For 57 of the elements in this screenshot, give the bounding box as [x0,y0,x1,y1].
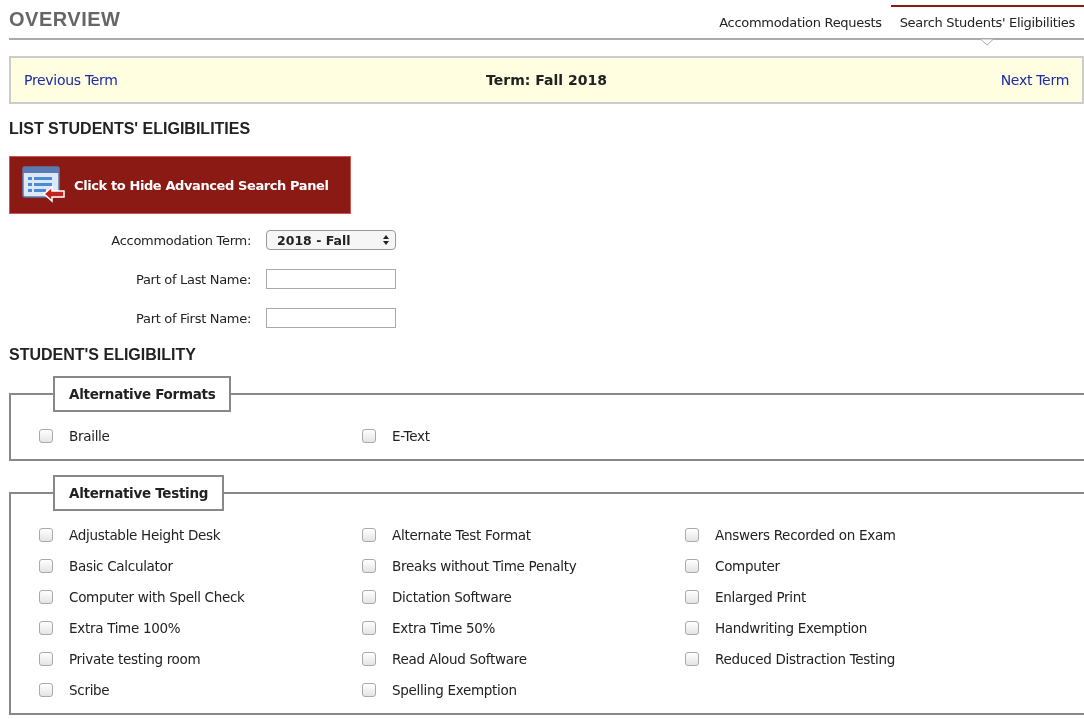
checkbox-label: Reduced Distraction Testing [715,651,896,667]
term-select[interactable]: 2018 - Fall [266,230,396,250]
checkbox-label: Extra Time 50% [392,620,496,636]
checkbox-label: Computer with Spell Check [69,589,245,605]
checkbox-label: Braille [69,428,110,444]
checkbox-label: Extra Time 100% [69,620,181,636]
panel-icon [22,166,66,204]
previous-term-link[interactable]: Previous Term [24,72,118,88]
checkbox-label: Private testing room [69,651,201,667]
checkbox[interactable] [39,590,53,604]
updown-icon [383,235,389,245]
checkbox[interactable] [39,559,53,573]
group-legend: Alternative Testing [53,475,225,511]
term-label: Term: Fall 2018 [486,72,607,88]
checkbox[interactable] [362,683,376,697]
field-label: Part of Last Name: [136,271,251,287]
checkbox-label: Read Aloud Software [392,651,527,667]
checkbox[interactable] [685,621,699,635]
checkbox[interactable] [362,652,376,666]
input-field[interactable] [266,308,396,328]
checkbox-label: Answers Recorded on Exam [715,527,896,543]
checkbox[interactable] [685,559,699,573]
section-heading: STUDENT'S ELIGIBILITY [9,346,197,364]
nav-tab[interactable]: Search Students' Eligibilities [890,5,1084,38]
field-label: Accommodation Term: [111,232,251,248]
checkbox[interactable] [39,683,53,697]
checkbox-label: Spelling Exemption [392,682,517,698]
checkbox-label: Scribe [69,682,110,698]
checkbox[interactable] [685,528,699,542]
checkbox[interactable] [39,652,53,666]
hide-panel-button[interactable]: Click to Hide Advanced Search Panel [9,156,351,214]
section-heading: LIST STUDENTS' ELIGIBILITIES [9,120,252,138]
checkbox-label: Enlarged Print [715,589,806,605]
nav-tab[interactable]: Accommodation Requests [710,5,891,38]
page-title: OVERVIEW [9,8,121,32]
checkbox-label: Dictation Software [392,589,512,605]
checkbox[interactable] [362,559,376,573]
checkbox[interactable] [685,590,699,604]
checkbox[interactable] [362,429,376,443]
input-field[interactable] [266,269,396,289]
checkbox[interactable] [362,528,376,542]
checkbox-label: Basic Calculator [69,558,173,574]
checkbox[interactable] [39,621,53,635]
checkbox[interactable] [39,429,53,443]
checkbox-label: Computer [715,558,780,574]
checkbox-label: E-Text [392,428,430,444]
checkbox[interactable] [362,621,376,635]
checkbox[interactable] [39,528,53,542]
checkbox-label: Breaks without Time Penalty [392,558,577,574]
group-legend: Alternative Formats [53,376,232,412]
checkbox-label: Alternate Test Format [392,527,531,543]
checkbox[interactable] [685,652,699,666]
checkbox[interactable] [362,590,376,604]
checkbox-label: Adjustable Height Desk [69,527,221,543]
next-term-link[interactable]: Next Term [1000,72,1069,88]
field-label: Part of First Name: [136,310,251,326]
checkbox-label: Handwriting Exemption [715,620,868,636]
